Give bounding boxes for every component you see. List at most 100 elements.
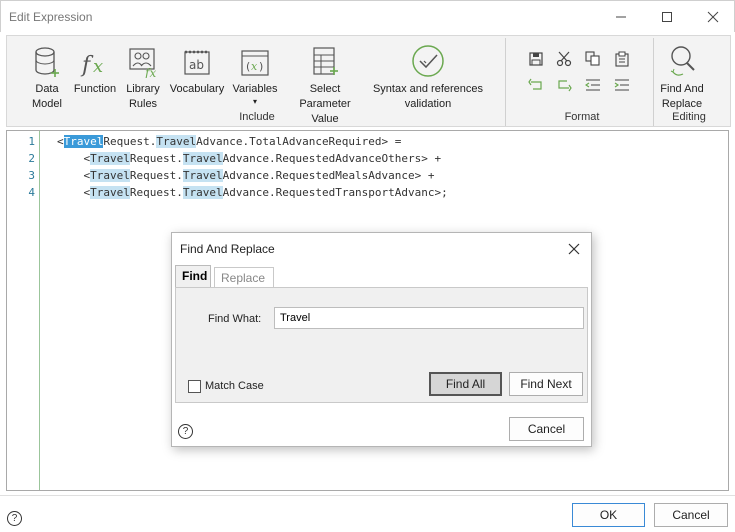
parameter-icon <box>313 47 338 75</box>
code-line: <TravelRequest.TravelAdvance.RequestedMe… <box>57 169 435 182</box>
svg-text:(: ( <box>246 60 250 73</box>
library-rules-button[interactable]: fx Library Rules <box>123 42 163 112</box>
find-panel: Find What: Match Case Find All Find Next <box>175 287 588 403</box>
minimize-icon <box>616 16 626 17</box>
select-parameter-label-2: Value <box>311 113 339 125</box>
outdent-button[interactable] <box>584 76 602 94</box>
vocabulary-button[interactable]: ab Vocabulary <box>167 42 227 97</box>
find-and-replace-button[interactable]: Find And Replace <box>655 42 709 112</box>
copy-button[interactable] <box>584 50 602 68</box>
ok-button[interactable]: OK <box>572 503 645 527</box>
search-match: Travel <box>90 186 130 199</box>
search-match-selected: Travel <box>63 135 104 148</box>
window-title: Edit Expression <box>9 10 93 24</box>
outdent-icon <box>585 79 600 91</box>
line-number: 3 <box>28 169 35 182</box>
dialog-close-button[interactable] <box>563 238 585 260</box>
variables-button[interactable]: ( x ) Variables ▾ <box>230 42 280 107</box>
svg-text:x: x <box>251 60 258 73</box>
minimize-button[interactable] <box>598 1 644 32</box>
help-icon[interactable]: ? <box>178 424 193 439</box>
find-all-button[interactable]: Find All <box>429 372 502 396</box>
variables-label: Variables <box>232 83 278 95</box>
search-match: Travel <box>90 152 130 165</box>
format-group-label: Format <box>564 111 600 123</box>
close-icon <box>568 243 580 255</box>
data-model-label-2: Model <box>32 98 62 110</box>
library-rules-label-2: Rules <box>128 98 158 110</box>
svg-text:): ) <box>259 60 263 73</box>
function-label: Function <box>73 83 117 95</box>
close-button[interactable] <box>690 1 735 32</box>
search-match: Travel <box>182 169 223 182</box>
syntax-validation-label-1: Syntax and references <box>372 83 484 95</box>
find-replace-icon <box>670 46 695 76</box>
indent-button[interactable] <box>613 76 631 94</box>
code-line: <TravelRequest.TravelAdvance.TotalAdvanc… <box>57 135 402 148</box>
tab-replace[interactable]: Replace <box>214 267 274 287</box>
copy-icon <box>585 51 600 66</box>
line-number-gutter: 1 2 3 4 <box>7 131 40 490</box>
dialog-title: Find And Replace <box>180 242 275 256</box>
undo-icon <box>528 78 542 90</box>
dialog-cancel-button[interactable]: Cancel <box>509 417 584 441</box>
function-icon: f x <box>80 53 103 78</box>
search-match: Travel <box>182 186 223 199</box>
search-match: Travel <box>156 135 197 148</box>
scissors-icon <box>556 51 572 67</box>
line-number: 2 <box>28 152 35 165</box>
search-match: Travel <box>90 169 130 182</box>
database-icon <box>35 47 59 77</box>
dialog-footer: ? Cancel <box>172 404 591 446</box>
include-group-label: Include <box>239 111 275 123</box>
close-icon <box>707 11 719 22</box>
validation-icon <box>412 45 444 77</box>
editing-group-label: Editing <box>672 111 706 123</box>
library-rules-label-1: Library <box>126 83 160 95</box>
search-match: Travel <box>182 152 223 165</box>
find-replace-label-1: Find And <box>660 83 704 95</box>
cancel-button[interactable]: Cancel <box>654 503 728 527</box>
select-parameter-label-1: Select Parameter <box>299 83 351 110</box>
match-case-label: Match Case <box>205 380 264 392</box>
find-what-label: Find What: <box>208 313 262 325</box>
vocabulary-icon: ab <box>184 50 210 75</box>
maximize-button[interactable] <box>644 1 690 32</box>
svg-text:x: x <box>93 56 103 77</box>
ribbon-separator <box>653 38 654 126</box>
paste-button[interactable] <box>613 50 631 68</box>
syntax-validation-button[interactable]: Syntax and references validation <box>371 42 485 112</box>
line-number: 4 <box>28 186 35 199</box>
function-button[interactable]: f x Function <box>71 42 119 97</box>
bottom-bar: ? OK Cancel <box>0 495 735 532</box>
variables-icon: ( x ) <box>241 50 269 76</box>
select-parameter-value-button[interactable]: Select Parameter Value <box>283 42 367 127</box>
code-line: <TravelRequest.TravelAdvance.RequestedTr… <box>57 186 448 199</box>
find-replace-label-2: Replace <box>661 98 703 110</box>
find-what-input[interactable] <box>274 307 584 329</box>
find-replace-dialog: Find And Replace Find Replace Find What:… <box>171 232 592 447</box>
svg-text:fx: fx <box>144 66 156 78</box>
find-next-button[interactable]: Find Next <box>509 372 583 396</box>
save-button[interactable] <box>527 50 545 68</box>
data-model-button[interactable]: Data Model <box>29 42 65 112</box>
data-model-label-1: Data <box>35 83 59 95</box>
svg-text:f: f <box>80 53 94 78</box>
save-icon <box>529 52 543 66</box>
line-number: 1 <box>28 135 35 148</box>
variables-dropdown-icon[interactable]: ▾ <box>253 97 257 107</box>
match-case-checkbox[interactable] <box>188 380 201 393</box>
svg-text:ab: ab <box>189 58 204 72</box>
title-bar: Edit Expression <box>0 0 735 32</box>
vocabulary-label: Vocabulary <box>169 83 225 95</box>
redo-button[interactable] <box>555 76 573 94</box>
tab-find[interactable]: Find <box>175 265 211 287</box>
ribbon-toolbar: Data Model f x Function fx Library Rules <box>6 35 731 127</box>
ribbon-separator <box>505 38 506 126</box>
cut-button[interactable] <box>555 50 573 68</box>
maximize-icon <box>662 11 672 22</box>
help-icon[interactable]: ? <box>7 511 22 526</box>
undo-button[interactable] <box>527 76 545 94</box>
code-line: <TravelRequest.TravelAdvance.RequestedAd… <box>57 152 442 165</box>
paste-icon <box>615 51 629 67</box>
